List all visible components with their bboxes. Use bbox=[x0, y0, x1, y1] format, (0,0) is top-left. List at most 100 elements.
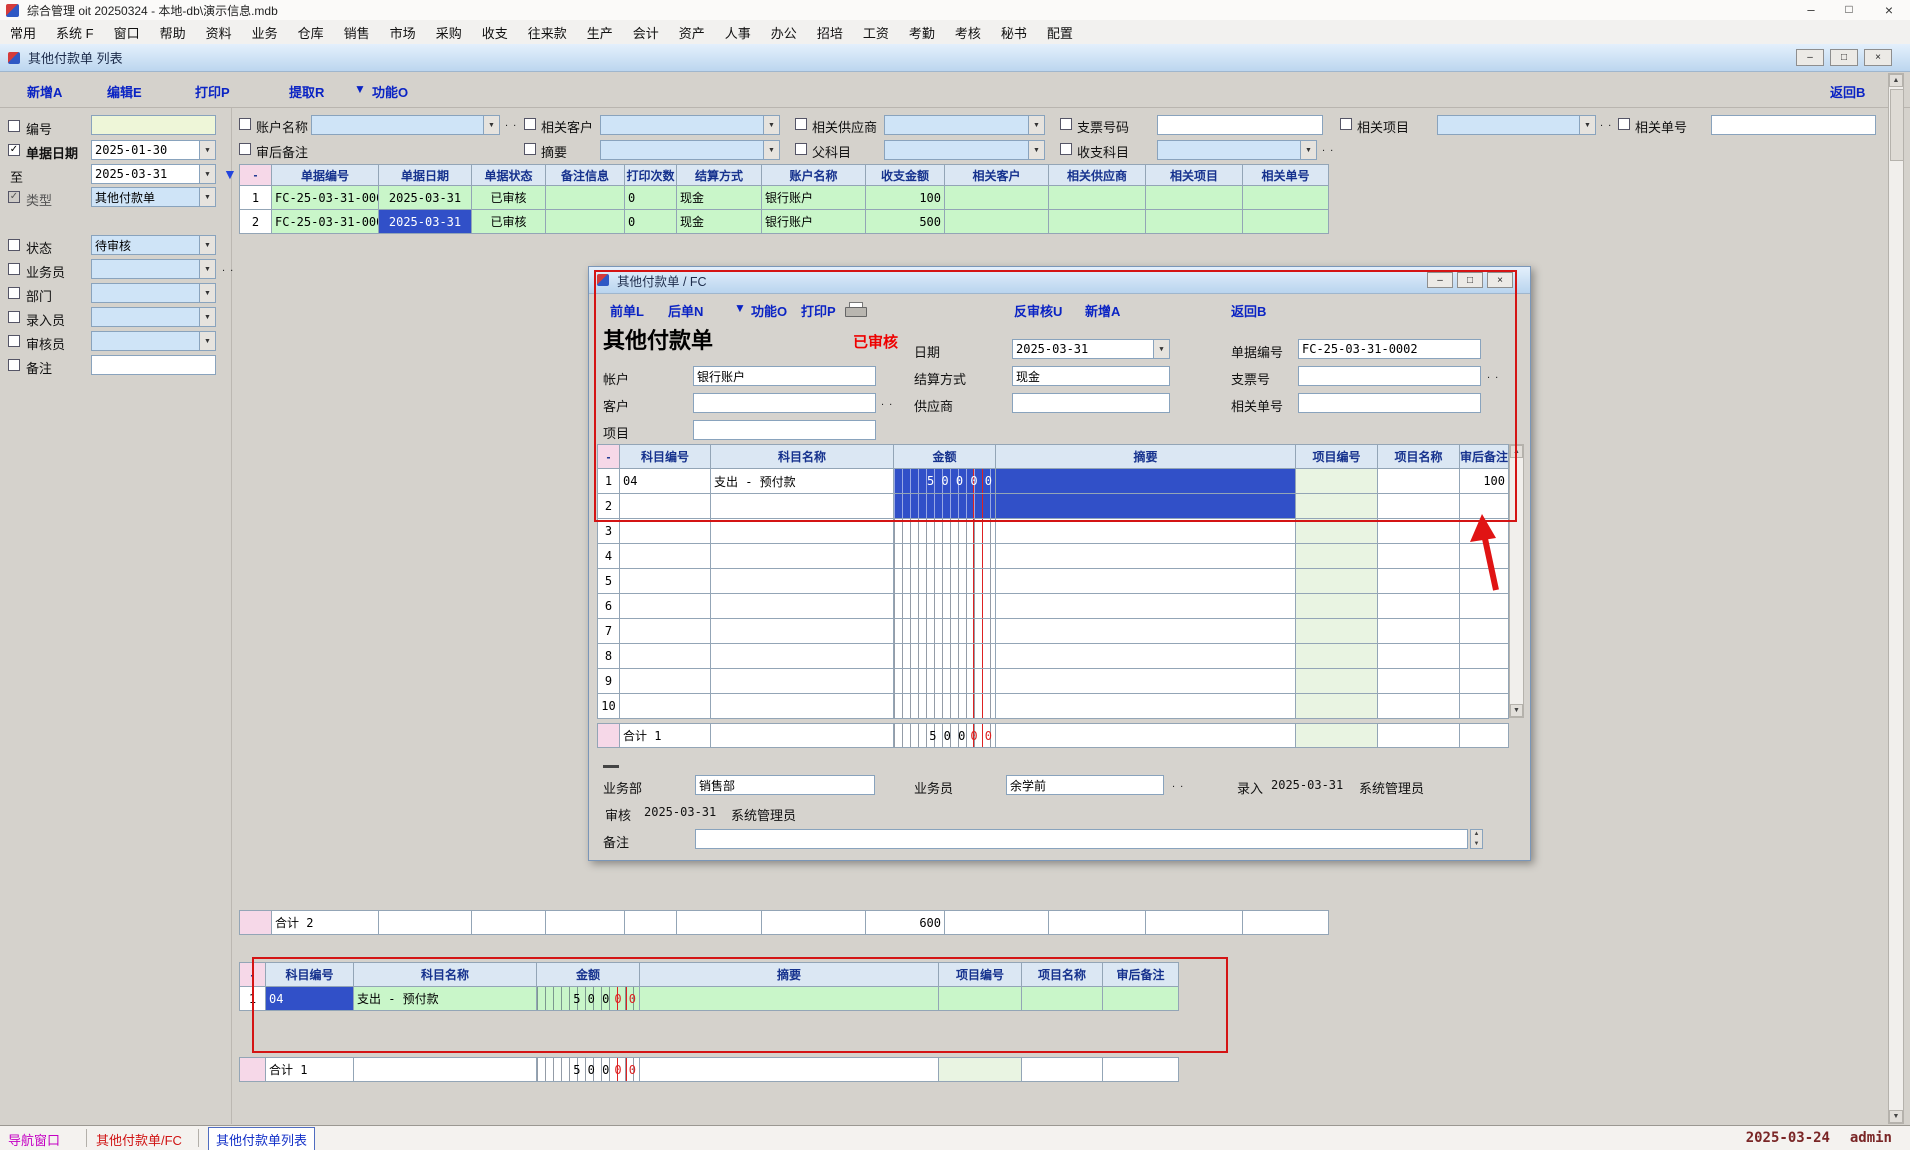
amount-cell[interactable] bbox=[894, 494, 996, 519]
table-cell[interactable] bbox=[1378, 669, 1460, 694]
dropdown-arrow-icon[interactable]: ▼ bbox=[199, 188, 215, 206]
table-cell[interactable] bbox=[945, 210, 1049, 234]
menu-item[interactable]: 销售 bbox=[334, 23, 380, 42]
table-cell[interactable] bbox=[711, 544, 894, 569]
list-maximize-button[interactable]: □ bbox=[1830, 49, 1858, 66]
more-dots[interactable]: . . bbox=[1322, 142, 1334, 154]
table-cell[interactable]: 已审核 bbox=[472, 186, 546, 210]
dropdown-arrow-icon[interactable]: ▼ bbox=[199, 260, 215, 278]
table-cell[interactable] bbox=[996, 619, 1296, 644]
status-checkbox[interactable] bbox=[8, 239, 20, 251]
next-doc-button[interactable]: 后单N bbox=[668, 301, 703, 320]
table-cell[interactable] bbox=[1296, 694, 1378, 719]
date-to-input[interactable]: 2025-03-31▼ bbox=[91, 164, 216, 184]
menu-item[interactable]: 生产 bbox=[577, 23, 623, 42]
column-header[interactable]: 审后备注 bbox=[1103, 963, 1179, 987]
more-dots[interactable]: . . bbox=[881, 396, 893, 408]
docno-checkbox[interactable] bbox=[1618, 118, 1630, 130]
column-header[interactable]: 摘要 bbox=[640, 963, 939, 987]
date-picker-icon[interactable]: ▼ bbox=[1153, 340, 1169, 358]
cheque-input[interactable] bbox=[1298, 366, 1481, 386]
table-cell[interactable] bbox=[1378, 694, 1460, 719]
dropdown-arrow-icon[interactable]: ▼ bbox=[199, 308, 215, 326]
date-picker-icon[interactable]: ▼ bbox=[199, 141, 215, 159]
table-cell[interactable]: 已审核 bbox=[472, 210, 546, 234]
customer-checkbox[interactable] bbox=[524, 118, 536, 130]
table-cell[interactable] bbox=[1146, 210, 1243, 234]
salesman-dropdown[interactable]: ▼ bbox=[91, 259, 216, 279]
table-cell[interactable] bbox=[620, 569, 711, 594]
supplier-checkbox[interactable] bbox=[795, 118, 807, 130]
entry-dropdown[interactable]: ▼ bbox=[91, 307, 216, 327]
splitter-handle[interactable] bbox=[603, 765, 619, 768]
table-cell[interactable] bbox=[546, 210, 625, 234]
table-cell[interactable] bbox=[1022, 987, 1103, 1011]
row-number-cell[interactable]: 1 bbox=[598, 469, 620, 494]
dropdown-arrow-icon[interactable]: ▼ bbox=[763, 116, 779, 134]
column-header[interactable]: 相关供应商 bbox=[1049, 165, 1146, 186]
column-header[interactable]: 备注信息 bbox=[546, 165, 625, 186]
table-cell[interactable] bbox=[711, 519, 894, 544]
column-header[interactable]: 相关单号 bbox=[1243, 165, 1329, 186]
column-header[interactable]: 科目编号 bbox=[266, 963, 354, 987]
menu-item[interactable]: 窗口 bbox=[104, 23, 150, 42]
table-cell[interactable] bbox=[1296, 594, 1378, 619]
amount-cell[interactable] bbox=[894, 669, 996, 694]
dropdown-arrow-icon[interactable]: ▼ bbox=[1300, 141, 1316, 159]
printer-icon[interactable] bbox=[845, 302, 865, 318]
table-cell[interactable] bbox=[711, 669, 894, 694]
table-cell[interactable] bbox=[711, 569, 894, 594]
table-cell[interactable] bbox=[1146, 186, 1243, 210]
app-minimize-button[interactable]: – bbox=[1792, 2, 1830, 18]
menu-item[interactable]: 系统 F bbox=[46, 23, 104, 42]
amount-cell[interactable] bbox=[894, 694, 996, 719]
more-dots[interactable]: . . bbox=[222, 262, 234, 274]
summary-checkbox[interactable] bbox=[524, 143, 536, 155]
more-dots[interactable]: . . bbox=[1600, 117, 1612, 129]
dept-input[interactable]: 销售部 bbox=[695, 775, 875, 795]
extract-button[interactable]: 提取R bbox=[289, 82, 324, 101]
type-dropdown[interactable]: 其他付款单▼ bbox=[91, 187, 216, 207]
table-cell[interactable]: 现金 bbox=[677, 210, 762, 234]
more-dots[interactable]: . . bbox=[505, 117, 517, 129]
selected-cell[interactable] bbox=[996, 494, 1296, 519]
dropdown-arrow-icon[interactable]: ▼ bbox=[199, 284, 215, 302]
table-cell[interactable] bbox=[1049, 186, 1146, 210]
table-cell[interactable] bbox=[996, 594, 1296, 619]
table-cell[interactable] bbox=[1460, 519, 1509, 544]
table-cell[interactable]: 0 bbox=[625, 210, 677, 234]
table-cell[interactable] bbox=[546, 186, 625, 210]
menu-item[interactable]: 资料 bbox=[196, 23, 242, 42]
row-number-cell[interactable]: 6 bbox=[598, 594, 620, 619]
menu-item[interactable]: 秘书 bbox=[991, 23, 1037, 42]
menu-item[interactable]: 考核 bbox=[945, 23, 991, 42]
dialog-close-button[interactable]: × bbox=[1487, 272, 1513, 288]
row-number-cell[interactable]: 3 bbox=[598, 519, 620, 544]
table-cell[interactable] bbox=[996, 644, 1296, 669]
back-button[interactable]: 返回B bbox=[1830, 82, 1865, 101]
lines-scrollbar[interactable]: ▲ ▼ bbox=[1509, 444, 1524, 718]
column-header[interactable]: 单据编号 bbox=[272, 165, 379, 186]
table-cell[interactable]: 2025-03-31 bbox=[379, 186, 472, 210]
column-header[interactable]: 结算方式 bbox=[677, 165, 762, 186]
table-cell[interactable]: 支出 - 预付款 bbox=[711, 469, 894, 494]
print-button[interactable]: 打印P bbox=[195, 82, 230, 101]
table-cell[interactable] bbox=[711, 644, 894, 669]
function-button[interactable]: 功能O bbox=[751, 301, 787, 320]
supplier-dropdown[interactable]: ▼ bbox=[884, 115, 1045, 135]
date-picker-icon[interactable]: ▼ bbox=[199, 165, 215, 183]
cheque-checkbox[interactable] bbox=[1060, 118, 1072, 130]
column-header[interactable]: 项目名称 bbox=[1022, 963, 1103, 987]
row-number-cell[interactable]: 5 bbox=[598, 569, 620, 594]
table-cell[interactable] bbox=[1460, 619, 1509, 644]
statusbar-nav-tab[interactable]: 导航窗口 bbox=[8, 1130, 60, 1149]
table-cell[interactable]: 银行账户 bbox=[762, 210, 866, 234]
new-button[interactable]: 新增A bbox=[1085, 301, 1120, 320]
column-header[interactable]: 项目编号 bbox=[939, 963, 1022, 987]
list-window-titlebar[interactable]: 其他付款单 列表 – □ × bbox=[0, 44, 1910, 72]
column-header[interactable]: 打印次数 bbox=[625, 165, 677, 186]
column-header[interactable]: 审后备注 bbox=[1460, 445, 1509, 469]
menu-item[interactable]: 收支 bbox=[472, 23, 518, 42]
menu-item[interactable]: 配置 bbox=[1037, 23, 1083, 42]
amount-cell[interactable]: 100 bbox=[866, 186, 945, 210]
